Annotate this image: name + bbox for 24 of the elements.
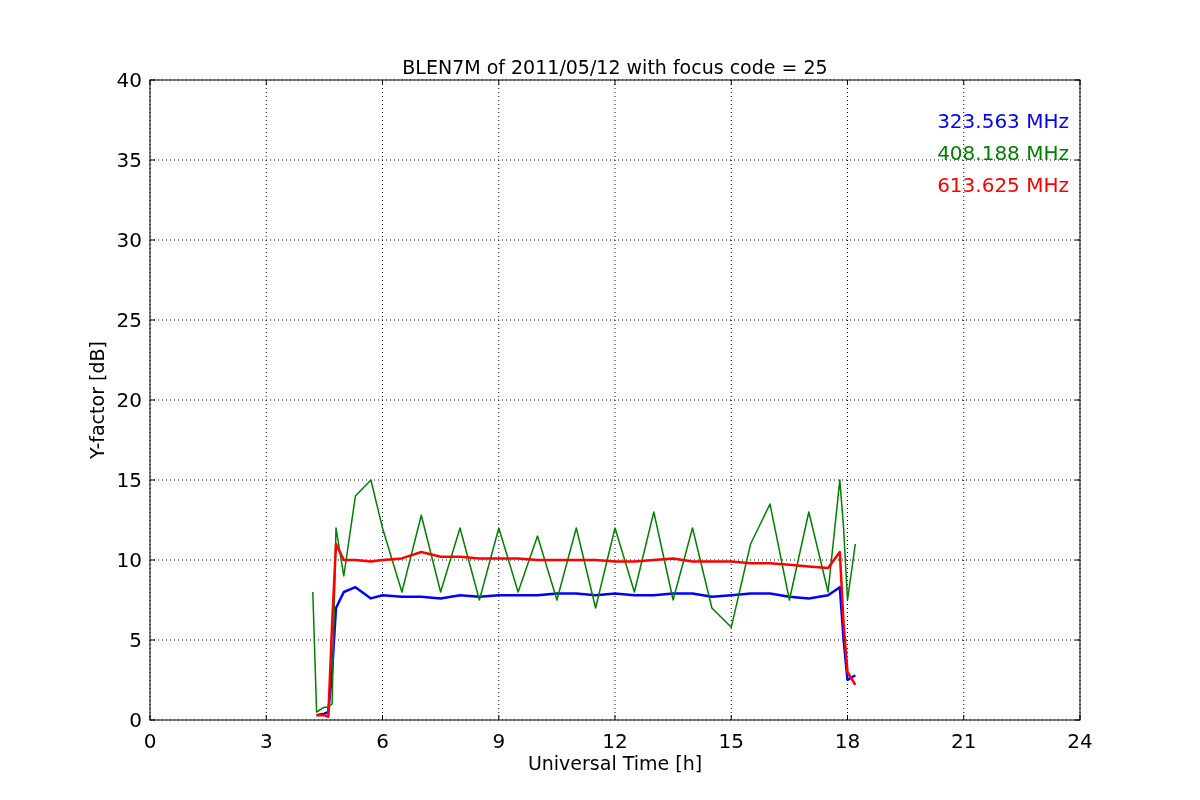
x-tick-label: 12	[602, 729, 628, 753]
y-tick-label: 10	[116, 548, 142, 572]
y-tick-label: 15	[116, 468, 142, 492]
x-tick-label: 9	[492, 729, 506, 753]
y-tick-label: 25	[116, 308, 142, 332]
x-tick-label: 24	[1067, 729, 1093, 753]
x-tick-label: 15	[718, 729, 744, 753]
x-tick-label: 0	[143, 729, 157, 753]
legend-label: 323.563 MHz	[937, 109, 1069, 133]
x-tick-label: 18	[834, 729, 861, 753]
y-tick-label: 20	[116, 388, 142, 412]
x-tick-label: 3	[259, 729, 273, 753]
y-tick-label: 0	[129, 708, 142, 732]
x-axis-label: Universal Time [h]	[527, 752, 703, 774]
chart-title: BLEN7M of 2011/05/12 with focus code = 25	[402, 56, 828, 78]
y-tick-label: 35	[116, 148, 142, 172]
legend-label: 613.625 MHz	[937, 173, 1069, 197]
x-tick-label: 21	[951, 729, 977, 753]
x-tick-label: 6	[376, 729, 389, 753]
y-tick-label: 30	[116, 228, 142, 252]
y-tick-label: 40	[116, 68, 142, 92]
legend-label: 408.188 MHz	[937, 141, 1069, 165]
y-tick-label: 5	[129, 628, 142, 652]
y-axis-label: Y-factor [dB]	[86, 341, 108, 459]
